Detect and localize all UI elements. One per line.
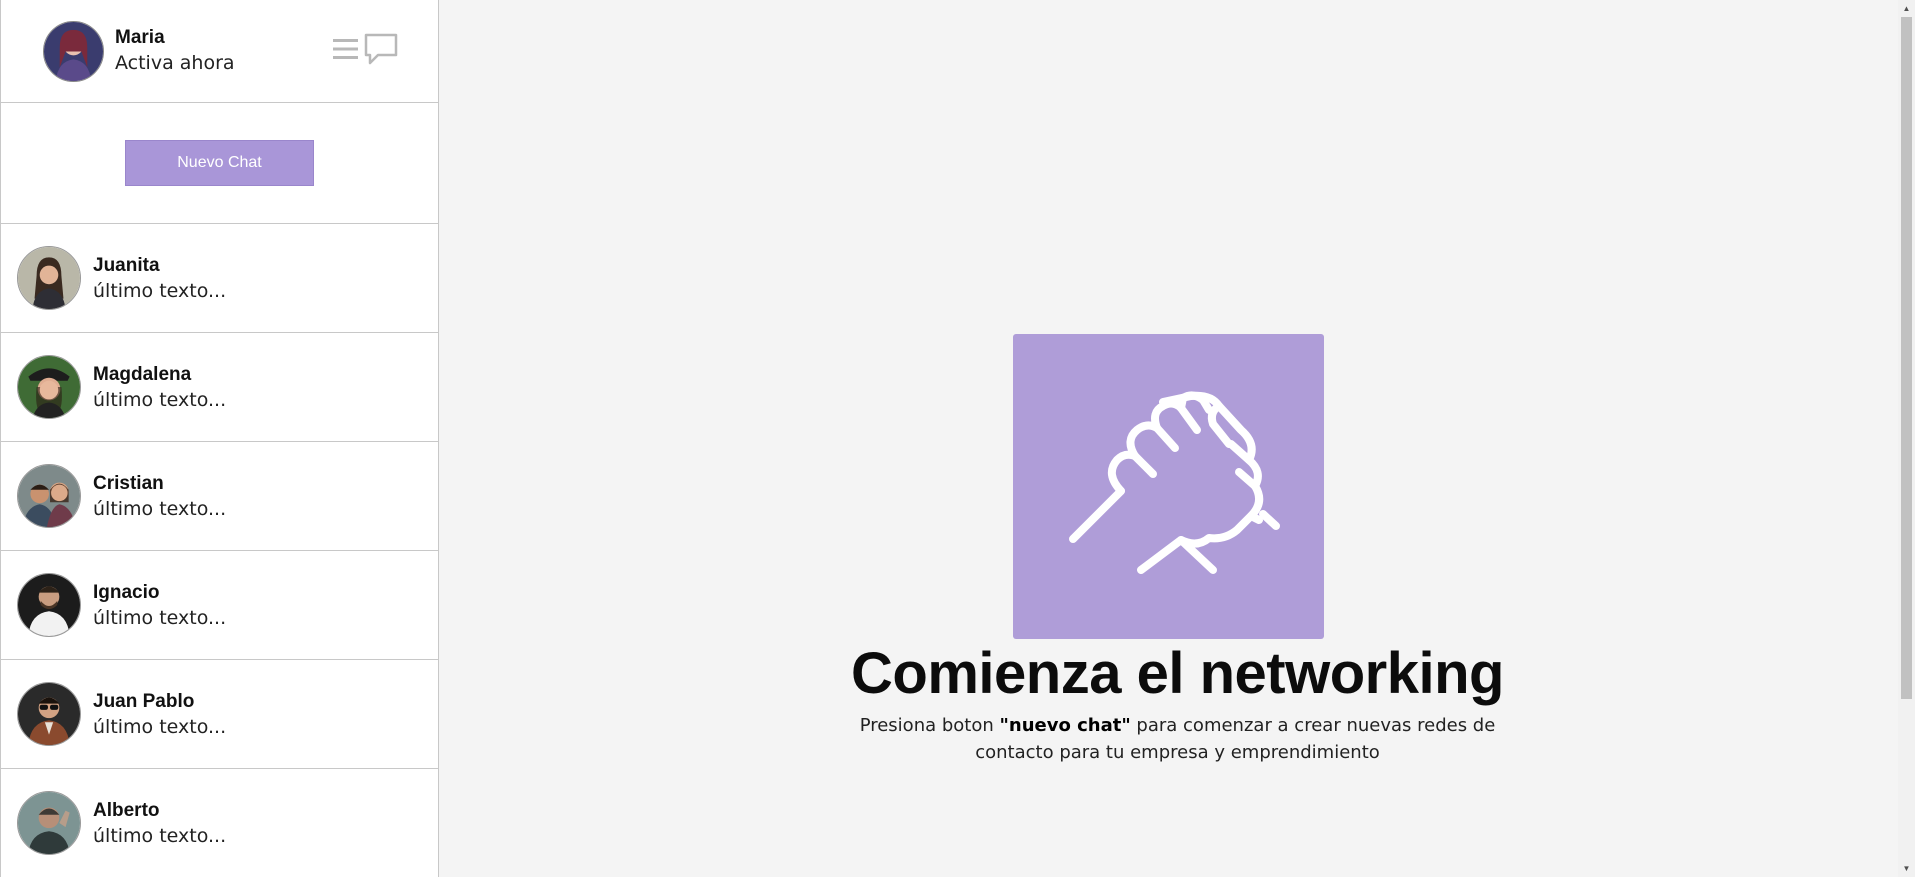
hero-description: Presiona boton "nuevo chat" para comenza… [839, 712, 1516, 766]
contact-info: Juanita último texto... [93, 253, 226, 304]
scrollbar-thumb[interactable] [1901, 17, 1912, 699]
contact-avatar [17, 246, 81, 310]
contact-name: Cristian [93, 472, 164, 494]
contact-last-message: último texto... [93, 824, 227, 847]
chat-bubble-icon[interactable] [364, 33, 398, 70]
scroll-up-arrow-icon[interactable]: ▲ [1898, 0, 1915, 17]
app: Maria Activa ahora Nuevo Chat Juanita úl… [0, 0, 1915, 877]
main-panel: Comienza el networking Presiona boton "n… [439, 0, 1915, 877]
contact-item-cristian[interactable]: Cristian último texto... [1, 442, 438, 551]
contact-name: Juanita [93, 254, 160, 276]
hero-text-highlight: "nuevo chat" [999, 715, 1131, 736]
contact-name: Juan Pablo [93, 690, 195, 712]
profile-status: Activa ahora [115, 52, 235, 74]
contact-name: Alberto [93, 799, 160, 821]
contact-avatar [17, 464, 81, 528]
contact-item-juanita[interactable]: Juanita último texto... [1, 224, 438, 333]
profile-info: Maria Activa ahora [115, 26, 235, 76]
contact-info: Juan Pablo último texto... [93, 689, 226, 740]
new-chat-button[interactable]: Nuevo Chat [125, 140, 314, 186]
profile-header: Maria Activa ahora [1, 0, 438, 103]
sidebar: Maria Activa ahora Nuevo Chat Juanita úl… [0, 0, 439, 877]
contact-avatar [17, 573, 81, 637]
contact-info: Cristian último texto... [93, 471, 226, 522]
contact-last-message: último texto... [93, 606, 227, 629]
vertical-scrollbar[interactable]: ▲ ▼ [1898, 0, 1915, 877]
menu-icon[interactable] [332, 36, 360, 67]
hero-text-before: Presiona boton [859, 715, 1000, 736]
contact-name: Magdalena [93, 363, 192, 385]
scroll-down-arrow-icon[interactable]: ▼ [1898, 860, 1915, 877]
contact-avatar [17, 791, 81, 855]
contact-name: Ignacio [93, 581, 160, 603]
contact-info: Ignacio último texto... [93, 580, 226, 631]
new-chat-area: Nuevo Chat [1, 103, 438, 224]
contact-info: Magdalena último texto... [93, 362, 226, 413]
contact-last-message: último texto... [93, 497, 227, 520]
contact-last-message: último texto... [93, 388, 227, 411]
contact-avatar [17, 355, 81, 419]
contact-item-magdalena[interactable]: Magdalena último texto... [1, 333, 438, 442]
handshake-icon [1013, 334, 1324, 639]
contact-item-ignacio[interactable]: Ignacio último texto... [1, 551, 438, 660]
contact-item-juan-pablo[interactable]: Juan Pablo último texto... [1, 660, 438, 769]
contact-info: Alberto último texto... [93, 798, 226, 849]
contact-last-message: último texto... [93, 279, 227, 302]
profile-name: Maria [115, 27, 165, 48]
contact-last-message: último texto... [93, 715, 227, 738]
contact-list: Juanita último texto... Magdalena último… [1, 224, 438, 877]
contact-item-alberto[interactable]: Alberto último texto... [1, 769, 438, 877]
contact-avatar [17, 682, 81, 746]
hero-title: Comienza el networking [851, 641, 1504, 706]
profile-actions [332, 33, 398, 70]
profile-avatar[interactable] [43, 20, 104, 82]
